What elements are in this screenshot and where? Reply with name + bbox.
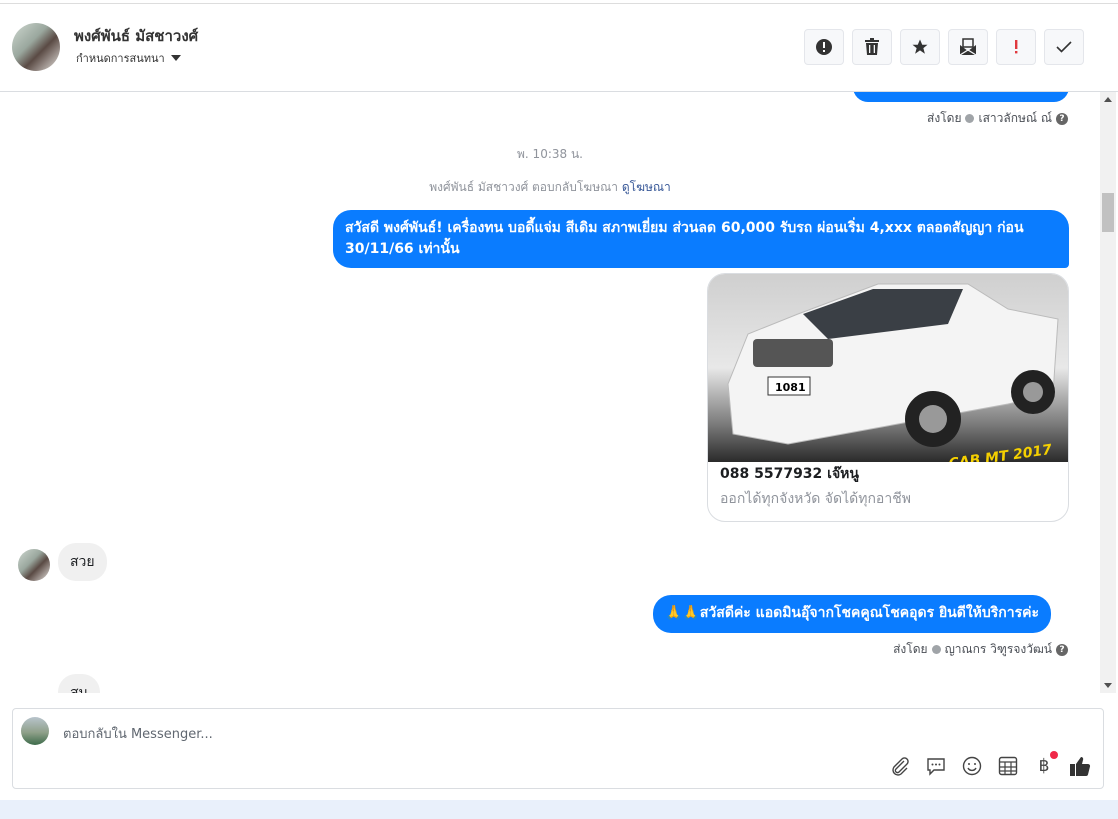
caret-down-icon [170, 55, 181, 61]
emoji-button[interactable] [961, 755, 983, 777]
contact-name[interactable]: พงศ์พันธ์ มัสชาวงศ์ [74, 24, 198, 48]
saved-replies-button[interactable] [925, 755, 947, 777]
message-bubble-incoming: สวย [58, 543, 107, 581]
help-icon[interactable]: ? [1056, 643, 1068, 656]
message-bubble-incoming: สน [58, 674, 101, 693]
previous-message-bubble [853, 92, 1069, 102]
notification-dot [1050, 751, 1058, 759]
svg-text:1081: 1081 [775, 381, 806, 394]
sent-by-meta: ส่งโดย เสาวลักษณ์ ณ์ ? [927, 109, 1068, 128]
help-icon[interactable]: ? [1056, 112, 1068, 125]
sent-by-label: ส่งโดย [927, 111, 962, 125]
sent-by-label: ส่งโดย [893, 642, 928, 656]
smiley-icon [962, 756, 982, 776]
assign-conversation-dropdown[interactable]: กำหนดการสนทนา [76, 49, 181, 67]
agent-status-icon [965, 114, 975, 123]
card-title: 088 5577932 เจ๊หนู [720, 466, 859, 482]
important-icon [1015, 40, 1018, 54]
appointment-button[interactable] [997, 755, 1019, 777]
svg-text:CAB MT 2017: CAB MT 2017 [948, 442, 1053, 462]
scrollbar[interactable] [1100, 92, 1116, 693]
trash-icon [865, 38, 879, 55]
calendar-icon [998, 756, 1018, 776]
ad-card[interactable]: 1081 CAB MT 2017 088 5577932 เจ๊หนู ออกไ… [707, 273, 1069, 522]
mark-unread-icon [959, 38, 977, 56]
view-ad-link[interactable]: ดูโฆษณา [622, 180, 671, 194]
assign-label: กำหนดการสนทนา [76, 52, 165, 65]
like-button[interactable] [1069, 755, 1091, 777]
conversation-header: พงศ์พันธ์ มัสชาวงศ์ กำหนดการสนทนา [0, 4, 1118, 92]
scroll-up-icon[interactable] [1104, 97, 1112, 102]
attach-button[interactable] [889, 755, 911, 777]
reply-input[interactable]: ตอบกลับใน Messenger... [63, 723, 213, 744]
page-footer [0, 800, 1118, 819]
timestamp: พ. 10:38 น. [517, 147, 583, 161]
card-subtitle: ออกได้ทุกจังหวัด จัดได้ทุกอาชีพ [720, 491, 911, 507]
reply-composer[interactable]: ตอบกลับใน Messenger... ฿ [12, 708, 1104, 789]
ad-reply-text: พงศ์พันธ์ มัสชาวงศ์ ตอบกลับโฆษณา [429, 180, 618, 194]
done-button[interactable] [1044, 29, 1084, 65]
paperclip-icon [892, 757, 909, 776]
agent-name[interactable]: เสาวลักษณ์ ณ์ [978, 109, 1052, 128]
car-image: 1081 CAB MT 2017 [708, 274, 1068, 472]
scroll-down-icon[interactable] [1104, 683, 1112, 688]
message-bubble-outgoing: สวัสดี พงศ์พันธ์! เครื่องทน บอดี้แจ่ม สี… [333, 210, 1069, 268]
check-icon [1056, 41, 1072, 53]
message-bubble-outgoing: 🙏🙏สวัสดีค่ะ แอดมินอุ๊จากโชคคูณโชคอุดร ยิ… [653, 595, 1052, 633]
agent-status-icon [931, 645, 941, 654]
contact-avatar-small[interactable] [18, 549, 50, 581]
page-avatar [21, 717, 49, 745]
scrollbar-thumb[interactable] [1102, 193, 1114, 232]
star-button[interactable] [900, 29, 940, 65]
chat-bubble-icon [927, 758, 945, 776]
baht-icon: ฿ [1038, 756, 1050, 776]
delete-button[interactable] [852, 29, 892, 65]
spam-button[interactable] [804, 29, 844, 65]
important-button[interactable] [996, 29, 1036, 65]
ad-reply-notice: พงศ์พันธ์ มัสชาวงศ์ ตอบกลับโฆษณา ดูโฆษณา [0, 178, 1100, 197]
sent-by-meta: ส่งโดย ญาณกร วิฑูรจงวัฒน์ ? [893, 640, 1068, 659]
payment-button[interactable]: ฿ [1033, 751, 1058, 777]
pickup-truck-image: 1081 CAB MT 2017 [727, 283, 1059, 472]
message-thread: ส่งโดย เสาวลักษณ์ ณ์ ? พ. 10:38 น. พงศ์พ… [0, 92, 1100, 693]
contact-avatar[interactable] [12, 23, 60, 71]
star-icon [912, 39, 928, 54]
mark-unread-button[interactable] [948, 29, 988, 65]
alert-icon [816, 39, 832, 55]
agent-name[interactable]: ญาณกร วิฑูรจงวัฒน์ [945, 640, 1052, 659]
thumbs-up-icon [1070, 757, 1091, 777]
